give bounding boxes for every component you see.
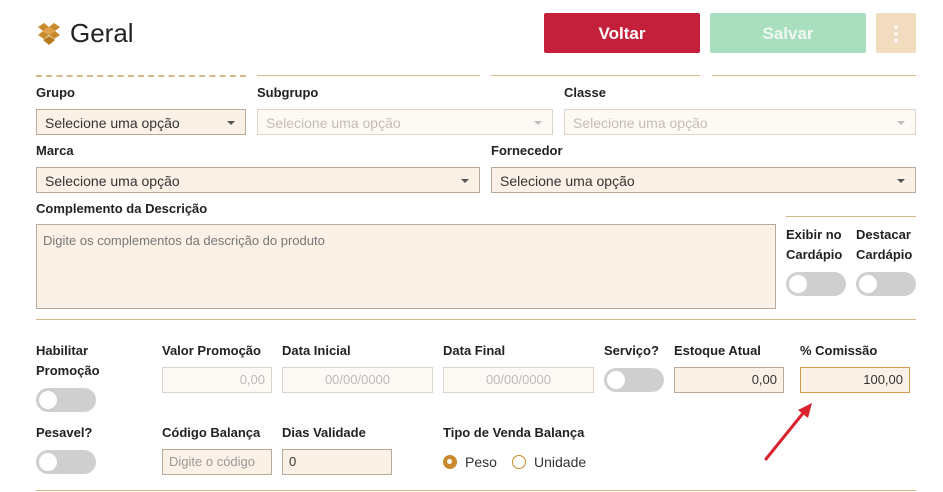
valor-promocao-label: Valor Promoção (162, 343, 261, 358)
classe-select-value: Selecione uma opção (573, 115, 708, 131)
valor-promocao-input[interactable]: 0,00 (162, 367, 272, 393)
field-border-cutoff (712, 70, 916, 76)
data-final-label: Data Final (443, 343, 506, 358)
toggle-knob (789, 275, 807, 293)
complemento-label: Complemento da Descrição (36, 201, 208, 216)
marca-select-value: Selecione uma opção (45, 173, 180, 189)
radio-peso-label: Peso (465, 454, 497, 470)
habilitar-promocao-toggle[interactable] (36, 388, 96, 412)
comissao-input[interactable]: 100,00 (800, 367, 910, 393)
dias-validade-input[interactable]: 0 (282, 449, 392, 475)
data-inicial-label: Data Inicial (282, 343, 351, 358)
chevron-down-icon (897, 121, 905, 125)
fornecedor-select-value: Selecione uma opção (500, 173, 635, 189)
grupo-select-value: Selecione uma opção (45, 115, 180, 131)
grupo-label: Grupo (36, 85, 75, 100)
codigo-balanca-label: Código Balança (162, 425, 261, 440)
habilitar-promocao-label-line2: Promoção (36, 363, 100, 378)
codigo-balanca-input[interactable]: Digite o código (162, 449, 272, 475)
chevron-down-icon (897, 179, 905, 183)
exibir-cardapio-label-line1: Exibir no (786, 227, 842, 242)
voltar-button[interactable]: Voltar (544, 13, 700, 53)
radio-unidade-label: Unidade (534, 454, 587, 470)
field-border-cutoff (36, 70, 246, 77)
more-options-button[interactable]: ⋮ (876, 13, 916, 53)
comissao-label: % Comissão (800, 343, 878, 358)
fornecedor-label: Fornecedor (491, 143, 563, 158)
data-inicial-input[interactable]: 00/00/0000 (282, 367, 433, 393)
complemento-textarea[interactable]: Digite os complementos da descrição do p… (36, 224, 776, 309)
chevron-down-icon (461, 179, 469, 183)
radio-unidade[interactable] (512, 455, 526, 469)
section-divider (36, 319, 916, 320)
box-logo-icon (38, 23, 60, 45)
dias-validade-label: Dias Validade (282, 425, 366, 440)
classe-label: Classe (564, 85, 606, 100)
marca-label: Marca (36, 143, 74, 158)
toggle-knob (39, 453, 57, 471)
radio-peso[interactable] (443, 455, 457, 469)
classe-select[interactable]: Selecione uma opção (564, 109, 916, 135)
toggle-knob (39, 391, 57, 409)
exibir-cardapio-label-line2: Cardápio (786, 247, 843, 262)
divider (786, 216, 916, 217)
data-final-input[interactable]: 00/00/0000 (443, 367, 594, 393)
marca-select[interactable]: Selecione uma opção (36, 167, 480, 193)
fornecedor-select[interactable]: Selecione uma opção (491, 167, 916, 193)
toggle-knob (607, 371, 625, 389)
field-border-cutoff (257, 70, 480, 76)
complemento-placeholder: Digite os complementos da descrição do p… (43, 233, 325, 248)
estoque-atual-label: Estoque Atual (674, 343, 761, 358)
destacar-cardapio-label-line2: Cardápio (856, 247, 913, 262)
chevron-down-icon (534, 121, 542, 125)
chevron-down-icon (227, 121, 235, 125)
pesavel-toggle[interactable] (36, 450, 96, 474)
destacar-cardapio-toggle[interactable] (856, 272, 916, 296)
toggle-knob (859, 275, 877, 293)
section-divider (36, 490, 916, 491)
servico-label: Serviço? (604, 343, 659, 358)
estoque-atual-input[interactable]: 0,00 (674, 367, 784, 393)
field-border-cutoff (491, 70, 700, 76)
kebab-menu-icon: ⋮ (886, 23, 906, 45)
grupo-select[interactable]: Selecione uma opção (36, 109, 246, 135)
subgrupo-label: Subgrupo (257, 85, 319, 100)
servico-toggle[interactable] (604, 368, 664, 392)
subgrupo-select[interactable]: Selecione uma opção (257, 109, 553, 135)
red-arrow-annotation-icon (764, 403, 812, 461)
page-title: Geral (70, 18, 134, 48)
salvar-button[interactable]: Salvar (710, 13, 866, 53)
pesavel-label: Pesavel? (36, 425, 93, 440)
tipo-venda-balanca-label: Tipo de Venda Balança (443, 425, 585, 440)
habilitar-promocao-label-line1: Habilitar (36, 343, 89, 358)
destacar-cardapio-label-line1: Destacar (856, 227, 911, 242)
exibir-cardapio-toggle[interactable] (786, 272, 846, 296)
subgrupo-select-value: Selecione uma opção (266, 115, 401, 131)
